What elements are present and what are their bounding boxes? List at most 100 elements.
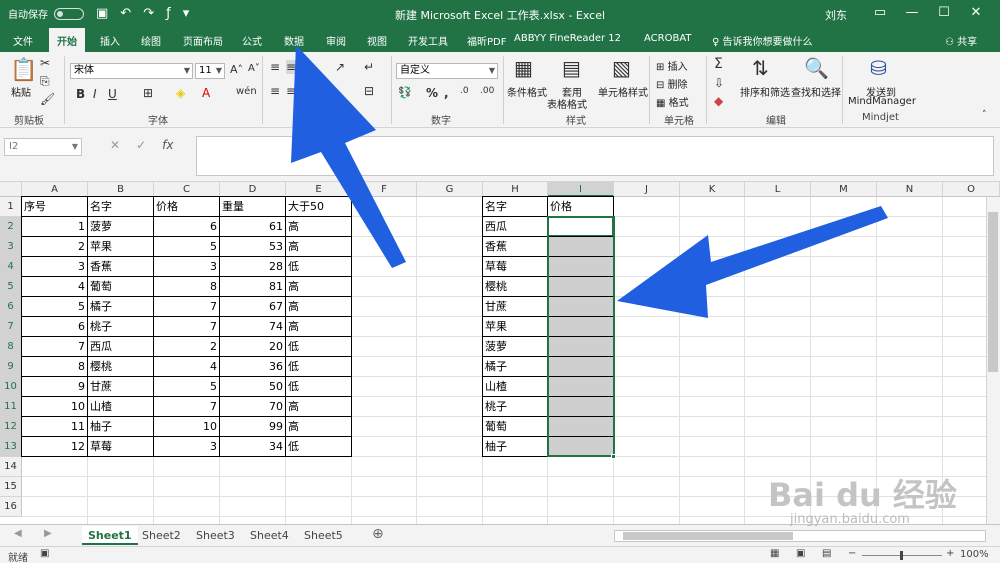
table2-price-cell[interactable] bbox=[547, 336, 614, 357]
table1-cell[interactable]: 低 bbox=[285, 436, 352, 457]
table1-cell[interactable]: 3 bbox=[153, 256, 220, 277]
table1-cell[interactable]: 7 bbox=[153, 316, 220, 337]
table1-cell[interactable]: 高 bbox=[285, 296, 352, 317]
number-format-combo[interactable]: 自定义 ▼ bbox=[396, 63, 498, 79]
table1-cell[interactable]: 1 bbox=[21, 216, 88, 237]
format-cells-button[interactable]: ▦ 格式 bbox=[656, 94, 689, 109]
row-header-4[interactable]: 4 bbox=[0, 257, 22, 277]
page-break-view-icon[interactable]: ▤ bbox=[822, 548, 831, 559]
currency-icon[interactable]: 💱 bbox=[398, 86, 412, 99]
paste-icon[interactable]: 📋 bbox=[10, 58, 37, 83]
row-header-10[interactable]: 10 bbox=[0, 377, 22, 397]
row-header-13[interactable]: 13 bbox=[0, 437, 22, 457]
column-header-n[interactable]: N bbox=[877, 182, 943, 197]
table2-name-cell[interactable]: 菠萝 bbox=[482, 336, 548, 357]
table1-cell[interactable]: 苹果 bbox=[87, 236, 154, 257]
table2-price-cell[interactable] bbox=[547, 276, 614, 297]
formula-input[interactable] bbox=[196, 136, 994, 176]
table1-cell[interactable]: 甘蔗 bbox=[87, 376, 154, 397]
align-middle-icon[interactable]: ≡ bbox=[286, 60, 297, 74]
sheet-tab-1[interactable]: Sheet1 bbox=[82, 526, 138, 545]
table1-cell[interactable]: 6 bbox=[153, 216, 220, 237]
table2-name-cell[interactable]: 柚子 bbox=[482, 436, 548, 457]
table1-cell[interactable]: 10 bbox=[153, 416, 220, 437]
table2-name-cell[interactable]: 甘蔗 bbox=[482, 296, 548, 317]
column-header-j[interactable]: J bbox=[614, 182, 680, 197]
table2-price-cell[interactable] bbox=[547, 216, 614, 237]
underline-icon[interactable]: U bbox=[108, 87, 117, 101]
table1-cell[interactable]: 5 bbox=[21, 296, 88, 317]
row-header-3[interactable]: 3 bbox=[0, 237, 22, 257]
zoom-in-icon[interactable]: + bbox=[946, 548, 954, 559]
column-header-m[interactable]: M bbox=[811, 182, 877, 197]
table2-name-cell[interactable]: 西瓜 bbox=[482, 216, 548, 237]
decrease-decimal-icon[interactable]: .00 bbox=[480, 86, 494, 96]
close-icon[interactable]: ✕ bbox=[964, 3, 988, 23]
table1-cell[interactable]: 81 bbox=[219, 276, 286, 297]
table1-cell[interactable]: 高 bbox=[285, 276, 352, 297]
orientation-icon[interactable]: ↗ bbox=[335, 60, 345, 74]
cell-style-icon[interactable]: ▧ bbox=[612, 56, 631, 80]
sheet-tab-2[interactable]: Sheet2 bbox=[136, 526, 187, 545]
minimize-icon[interactable]: — bbox=[900, 3, 924, 23]
tab-view[interactable]: 视图 bbox=[367, 33, 387, 48]
table1-cell[interactable]: 7 bbox=[21, 336, 88, 357]
zoom-out-icon[interactable]: − bbox=[848, 548, 856, 559]
tell-me-box[interactable]: ♀ 告诉我你想要做什么 bbox=[712, 33, 813, 48]
add-sheet-icon[interactable]: ⊕ bbox=[372, 526, 384, 542]
table2-header[interactable]: 价格 bbox=[547, 196, 614, 217]
tab-acrobat[interactable]: ACROBAT bbox=[644, 33, 692, 44]
column-header-k[interactable]: K bbox=[680, 182, 745, 197]
table1-header[interactable]: 序号 bbox=[21, 196, 88, 217]
table1-cell[interactable]: 3 bbox=[153, 436, 220, 457]
table1-cell[interactable]: 7 bbox=[153, 396, 220, 417]
tab-foxit-pdf[interactable]: 福昕PDF bbox=[467, 33, 506, 48]
table1-cell[interactable]: 高 bbox=[285, 216, 352, 237]
row-header-9[interactable]: 9 bbox=[0, 357, 22, 377]
percent-icon[interactable]: % bbox=[426, 86, 438, 100]
table1-cell[interactable]: 4 bbox=[21, 276, 88, 297]
autosum-icon[interactable]: Σ bbox=[714, 56, 723, 72]
grow-font-icon[interactable]: A˄ bbox=[230, 63, 243, 76]
table1-cell[interactable]: 61 bbox=[219, 216, 286, 237]
tab-developer[interactable]: 开发工具 bbox=[408, 33, 448, 48]
table1-cell[interactable]: 草莓 bbox=[87, 436, 154, 457]
fill-handle[interactable] bbox=[611, 454, 616, 459]
table1-cell[interactable]: 4 bbox=[153, 356, 220, 377]
sheet-tab-4[interactable]: Sheet4 bbox=[244, 526, 295, 545]
horizontal-scrollbar[interactable] bbox=[614, 530, 986, 542]
tab-home[interactable]: 开始 bbox=[49, 28, 85, 52]
table1-cell[interactable]: 柚子 bbox=[87, 416, 154, 437]
bold-icon[interactable]: B bbox=[76, 87, 85, 101]
find-icon[interactable]: 🔍 bbox=[804, 56, 829, 80]
table1-header[interactable]: 大于50 bbox=[285, 196, 352, 217]
name-box[interactable]: I2 ▼ bbox=[4, 138, 82, 156]
table2-price-cell[interactable] bbox=[547, 236, 614, 257]
table1-cell[interactable]: 20 bbox=[219, 336, 286, 357]
table1-cell[interactable]: 3 bbox=[21, 256, 88, 277]
row-header-11[interactable]: 11 bbox=[0, 397, 22, 417]
table1-cell[interactable]: 5 bbox=[153, 236, 220, 257]
table2-name-cell[interactable]: 香蕉 bbox=[482, 236, 548, 257]
fill-icon[interactable]: ⇩ bbox=[714, 76, 724, 90]
row-header-1[interactable]: 1 bbox=[0, 197, 22, 217]
table1-cell[interactable]: 山楂 bbox=[87, 396, 154, 417]
comma-icon[interactable]: , bbox=[444, 86, 449, 100]
table1-cell[interactable]: 橘子 bbox=[87, 296, 154, 317]
column-header-i[interactable]: I bbox=[548, 182, 614, 197]
insert-function-icon[interactable]: fx bbox=[162, 138, 173, 152]
table1-cell[interactable]: 74 bbox=[219, 316, 286, 337]
column-header-l[interactable]: L bbox=[745, 182, 811, 197]
tab-file[interactable]: 文件 bbox=[13, 33, 33, 48]
table1-cell[interactable]: 低 bbox=[285, 256, 352, 277]
table1-cell[interactable]: 7 bbox=[153, 296, 220, 317]
conditional-format-button[interactable]: 条件格式 bbox=[507, 84, 547, 99]
border-icon[interactable]: ⊞ bbox=[143, 86, 153, 100]
delete-cells-button[interactable]: ⊟ 删除 bbox=[656, 76, 688, 91]
table1-cell[interactable]: 34 bbox=[219, 436, 286, 457]
table1-cell[interactable]: 67 bbox=[219, 296, 286, 317]
increase-decimal-icon[interactable]: .0 bbox=[460, 86, 469, 96]
zoom-level[interactable]: 100% bbox=[960, 549, 989, 560]
row-header-8[interactable]: 8 bbox=[0, 337, 22, 357]
table2-name-cell[interactable]: 葡萄 bbox=[482, 416, 548, 437]
